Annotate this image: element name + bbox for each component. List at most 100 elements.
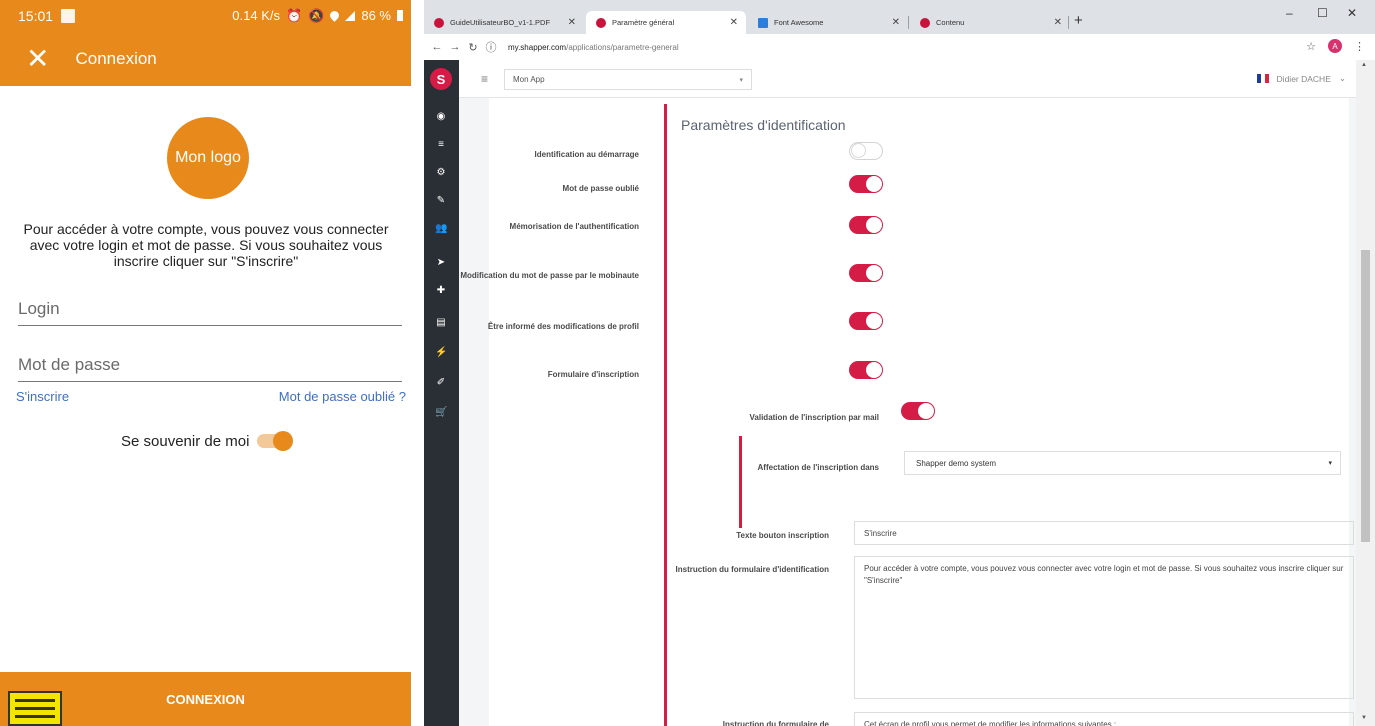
wifi-icon [328, 9, 342, 22]
user-name: Didier DACHE [1276, 73, 1331, 84]
app-selector[interactable]: Mon App ▾ [504, 69, 752, 90]
toggle-mot-de-passe-oublie[interactable] [849, 175, 883, 193]
shapper-logo[interactable]: S [430, 68, 452, 90]
brush-icon[interactable]: ✐ [435, 378, 447, 388]
chevron-down-icon: ▾ [739, 76, 743, 84]
settings-content: Paramètres d'identification Identificati… [459, 98, 1356, 726]
tab-label: Contenu [936, 18, 965, 27]
new-tab-icon[interactable]: + [1074, 12, 1083, 29]
maximize-icon[interactable]: ☐ [1317, 6, 1328, 20]
reload-icon[interactable]: ↻ [464, 41, 482, 54]
settings-panel: Paramètres d'identification Identificati… [460, 98, 1354, 726]
user-menu[interactable]: Didier DACHE ⌄ [1256, 73, 1346, 84]
admin-sidebar: S ◉ ≡ ⚙ ✎ 👥 ➤ ✚ ▤ ⚡ ✐ 🛒 [424, 60, 459, 726]
address-bar-row: ← → ↻ ⓘ my.shapper.com/applications/para… [424, 34, 1375, 60]
close-window-icon[interactable]: ✕ [1347, 6, 1357, 20]
form-instruction-textarea[interactable]: Pour accéder à votre compte, vous pouvez… [854, 556, 1354, 699]
scrollbar-thumb[interactable] [1361, 250, 1370, 542]
status-time: 15:01 [18, 7, 54, 24]
app-bar-title: Connexion [75, 48, 157, 68]
close-tab-icon[interactable]: ✕ [892, 17, 900, 28]
app-logo: Mon logo [167, 117, 249, 199]
send-icon[interactable]: ➤ [435, 258, 447, 268]
profile-avatar[interactable]: A [1328, 39, 1342, 53]
setting-label: Mot de passe oublié [562, 184, 639, 193]
setting-label: Identification au démarrage [534, 150, 639, 159]
shapper-icon [596, 17, 606, 28]
setting-label: Formulaire d'inscription [547, 370, 639, 379]
remember-me-row: Se souvenir de moi [121, 430, 295, 452]
list-icon[interactable]: ≡ [435, 140, 447, 150]
setting-label: Modification du mot de passe par le mobi… [460, 271, 639, 280]
bookmark-star-icon[interactable]: ☆ [1306, 40, 1316, 53]
toggle-formulaire-inscription[interactable] [849, 361, 883, 379]
toggle-memorisation[interactable] [849, 216, 883, 234]
register-link[interactable]: S'inscrire [16, 389, 69, 404]
scroll-down-icon[interactable]: ▼ [1361, 715, 1367, 721]
page-scrollbar[interactable]: ▲ ▼ [1356, 60, 1375, 726]
close-tab-icon[interactable]: ✕ [730, 17, 738, 28]
tab-strip: GuideUtilisateurBO_v1-1.PDF ✕ Paramètre … [424, 0, 1375, 34]
browser-menu-icon[interactable]: ⋮ [1354, 40, 1365, 53]
font-awesome-icon [758, 17, 768, 28]
toggle-modification-mot-de-passe[interactable] [849, 264, 883, 282]
setting-label: Être informé des modifications de profil [487, 322, 639, 331]
hamburger-icon[interactable]: ≡ [481, 72, 488, 86]
signal-icon [345, 10, 356, 21]
users-icon[interactable]: 👥 [435, 224, 447, 234]
validation-label: Validation de l'inscription par mail [749, 413, 879, 422]
affectation-label: Affectation de l'inscription dans [757, 463, 879, 472]
notification-icon [61, 8, 76, 23]
table-icon[interactable]: ▤ [435, 318, 447, 328]
admin-header: ≡ Mon App ▾ Didier DACHE ⌄ [459, 60, 1356, 98]
remember-me-label: Se souvenir de moi [121, 432, 250, 450]
form-instruction-label: Instruction du formulaire d'identificati… [675, 565, 829, 574]
register-button-label: Texte bouton inscription [736, 531, 829, 540]
browser-window: GuideUtilisateurBO_v1-1.PDF ✕ Paramètre … [424, 0, 1375, 726]
shapper-icon [920, 17, 930, 28]
forward-icon[interactable]: → [446, 41, 464, 53]
login-instructions: Pour accéder à votre compte, vous pouvez… [23, 221, 389, 269]
plug-icon[interactable]: ⚡ [435, 348, 447, 358]
profile-instruction-textarea[interactable]: Cet écran de profil vous permet de modif… [854, 712, 1354, 726]
french-flag-icon [1256, 74, 1269, 83]
toggle-validation-mail[interactable] [901, 402, 935, 420]
mute-icon: 🔕 [308, 7, 325, 23]
page-viewport: S ◉ ≡ ⚙ ✎ 👥 ➤ ✚ ▤ ⚡ ✐ 🛒 ≡ Mon App ▾ Didi… [424, 60, 1375, 726]
register-button-input[interactable]: S'inscrire [854, 521, 1354, 545]
menu-icon[interactable] [8, 691, 62, 726]
password-field[interactable]: Mot de passe [18, 355, 402, 382]
close-tab-icon[interactable]: ✕ [1054, 17, 1062, 28]
chevron-down-icon: ⌄ [1338, 73, 1346, 83]
status-bar: 15:01 0.14 K/s ⏰ 🔕 86 % [0, 0, 411, 31]
tab-guide-pdf[interactable]: GuideUtilisateurBO_v1-1.PDF ✕ [424, 11, 584, 34]
tab-font-awesome[interactable]: Font Awesome ✕ [748, 11, 908, 34]
cart-icon[interactable]: 🛒 [435, 408, 447, 418]
minimize-icon[interactable]: – [1286, 6, 1293, 20]
back-icon[interactable]: ← [428, 41, 446, 53]
setting-label: Mémorisation de l'authentification [509, 222, 639, 231]
affectation-select[interactable]: Shapper demo system ▾ [904, 451, 1341, 475]
remember-me-toggle[interactable] [255, 430, 295, 452]
alarm-icon: ⏰ [285, 7, 303, 23]
forgot-password-link[interactable]: Mot de passe oublié ? [279, 389, 406, 404]
network-speed: 0.14 K/s [232, 8, 280, 23]
puzzle-icon[interactable]: ✚ [435, 286, 447, 296]
tab-contenu[interactable]: Contenu ✕ [910, 11, 1070, 34]
close-tab-icon[interactable]: ✕ [568, 17, 576, 28]
toggle-identification-demarrage[interactable] [849, 142, 883, 160]
close-icon[interactable]: ✕ [26, 44, 49, 73]
battery-icon [397, 10, 403, 21]
tab-label: Font Awesome [774, 18, 824, 27]
scroll-up-icon[interactable]: ▲ [1361, 62, 1367, 68]
info-icon[interactable]: ⓘ [482, 39, 500, 55]
edit-icon[interactable]: ✎ [435, 196, 447, 206]
login-field[interactable]: Login [18, 299, 402, 326]
chevron-down-icon: ▾ [1328, 460, 1332, 467]
url-field[interactable]: my.shapper.com/applications/parametre-ge… [508, 43, 679, 52]
tab-label: Paramètre général [612, 18, 675, 27]
settings-icon[interactable]: ⚙ [435, 168, 447, 178]
toggle-modifications-profil[interactable] [849, 312, 883, 330]
dashboard-icon[interactable]: ◉ [435, 112, 447, 122]
tab-parametre-general[interactable]: Paramètre général ✕ [586, 11, 746, 34]
